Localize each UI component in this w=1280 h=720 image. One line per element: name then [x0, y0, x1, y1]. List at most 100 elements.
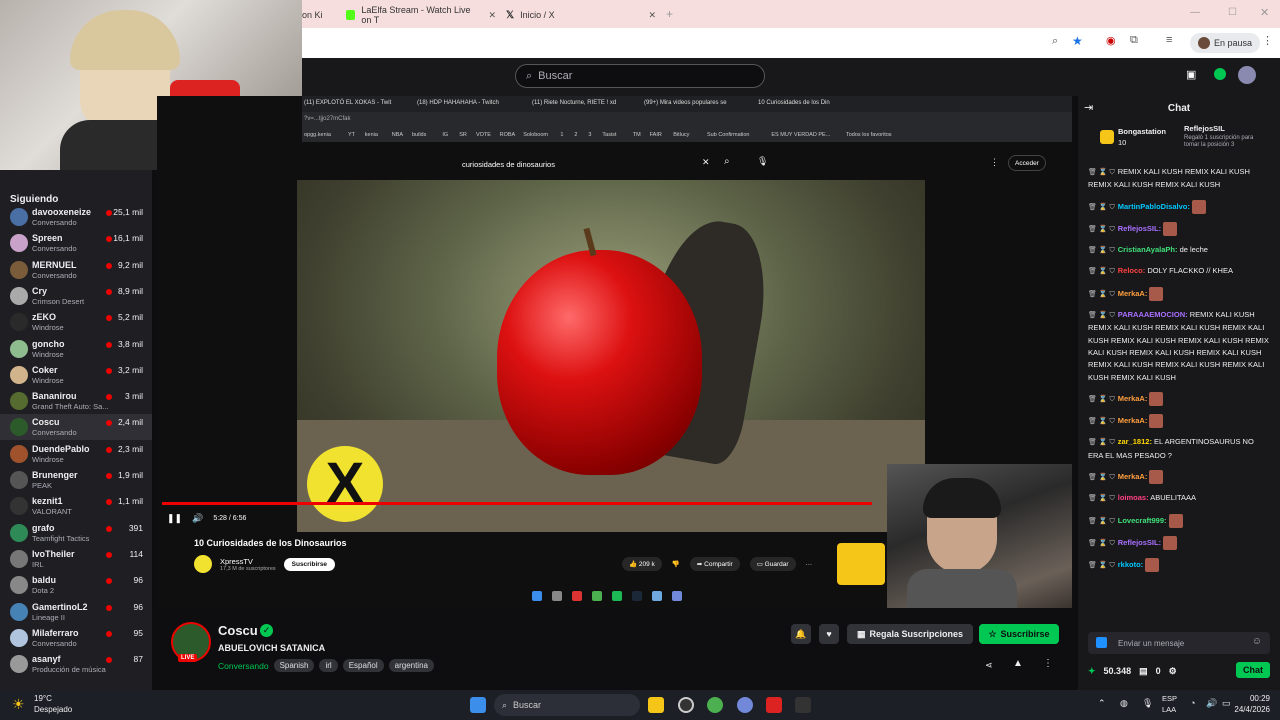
chat-username[interactable]: Reloco:: [1118, 266, 1146, 275]
bookmark-item[interactable]: 1: [560, 132, 563, 138]
sidebar-channel-milaferraro[interactable]: Milaferraro Conversando 95: [0, 625, 152, 651]
obs-icon[interactable]: [678, 697, 694, 713]
chat-username[interactable]: MerkaA:: [1118, 416, 1148, 425]
file-explorer-icon[interactable]: [648, 697, 664, 713]
chat-username[interactable]: CristianAyalaPh:: [1118, 245, 1178, 254]
follow-heart-icon[interactable]: ♥: [819, 624, 839, 644]
volume-icon[interactable]: 🔊: [1206, 698, 1217, 709]
menu-icon[interactable]: ⋮: [1262, 34, 1273, 47]
tray-expand-icon[interactable]: ⌃: [1098, 698, 1106, 709]
user-avatar[interactable]: [1238, 66, 1256, 84]
youtube-search-input[interactable]: curiosidades de dinosaurios: [462, 154, 722, 174]
browser-tab[interactable]: on Ki: [302, 4, 342, 26]
volume-icon[interactable]: 🔊: [192, 513, 203, 524]
mod-tools-icon[interactable]: 🗑 ⌛ ⛉: [1088, 518, 1115, 525]
sidebar-channel-goncho[interactable]: goncho Windrose 3,8 mil: [0, 336, 152, 362]
sidebar-channel-gamertinol2[interactable]: GamertinoL2 Lineage II 96: [0, 599, 152, 625]
sidebar-channel-coker[interactable]: Coker Windrose 3,2 mil: [0, 362, 152, 388]
stream-tag[interactable]: Español: [342, 659, 384, 672]
mod-tools-icon[interactable]: 🗑 ⌛ ⛉: [1088, 291, 1115, 298]
clock-time[interactable]: 00:29: [1222, 694, 1270, 703]
bookmark-item[interactable]: 3: [588, 132, 591, 138]
chat-username[interactable]: MerkaA:: [1118, 394, 1148, 403]
close-window-icon[interactable]: ✕: [1260, 6, 1269, 19]
bookmark-item[interactable]: TM: [633, 132, 641, 138]
sidebar-channel-brunenger[interactable]: Brunenger PEAK 1,9 mil: [0, 467, 152, 493]
weather-temp[interactable]: 19°C: [34, 694, 52, 703]
mod-tools-icon[interactable]: 🗑 ⌛ ⛉: [1088, 226, 1115, 233]
chat-username[interactable]: ReflejosSIL:: [1118, 224, 1161, 233]
youtube-signin-button[interactable]: Acceder: [1008, 155, 1046, 171]
channel-points[interactable]: 50.348: [1104, 666, 1132, 676]
mod-tools-icon[interactable]: 🗑 ⌛ ⛉: [1088, 540, 1115, 547]
channel-avatar[interactable]: [194, 555, 212, 573]
mod-tools-icon[interactable]: 🗑 ⌛ ⛉: [1088, 474, 1115, 481]
mod-tools-icon[interactable]: 🗑 ⌛ ⛉: [1088, 396, 1115, 403]
gift-subs-button[interactable]: ▦ Regala Suscripciones: [847, 624, 973, 644]
bookmark-item[interactable]: 2: [574, 132, 577, 138]
sidebar-channel-duendepablo[interactable]: DuendePablo Windrose 2,3 mil: [0, 441, 152, 467]
bookmark-item[interactable]: YT: [348, 132, 355, 138]
search-input[interactable]: ⌕ Buscar: [515, 64, 765, 88]
sidebar-channel-asanyf[interactable]: asanyf Producción de música 87: [0, 651, 152, 677]
emote-icon[interactable]: ☺: [1252, 636, 1262, 647]
sidebar-channel-cry[interactable]: Cry Crimson Desert 8,9 mil: [0, 283, 152, 309]
chat-username[interactable]: loimoas:: [1118, 493, 1149, 502]
stream-player[interactable]: (11) EXPLOTÓ EL XOKAS - Twit (18) HDP HA…: [157, 96, 1072, 608]
clear-icon[interactable]: ✕: [702, 157, 710, 168]
mod-tools-icon[interactable]: 🗑 ⌛ ⛉: [1088, 439, 1115, 446]
extension-icon[interactable]: ◉: [1106, 34, 1116, 47]
bookmark-item[interactable]: VOTE: [476, 132, 491, 138]
bookmark-item[interactable]: Soloboom: [523, 132, 548, 138]
more-icon[interactable]: ···: [806, 561, 813, 568]
channel-points-icon[interactable]: [1096, 637, 1107, 648]
top-gifter-name[interactable]: Bongastation: [1118, 127, 1166, 136]
chrome-icon[interactable]: [707, 697, 723, 713]
mod-tools-icon[interactable]: 🗑 ⌛ ⛉: [1088, 312, 1115, 319]
share-icon[interactable]: ⋖: [985, 660, 993, 671]
bookmark-item[interactable]: FAIR: [650, 132, 662, 138]
gifter-name[interactable]: ReflejosSIL: [1184, 124, 1225, 133]
stream-category[interactable]: Conversando: [218, 661, 269, 671]
bookmark-item[interactable]: Todos los favoritos: [846, 132, 892, 138]
close-icon[interactable]: ✕: [488, 10, 496, 21]
app-icon[interactable]: [766, 697, 782, 713]
bookmark-item[interactable]: ROBA: [500, 132, 516, 138]
bookmark-item[interactable]: kenia: [365, 132, 378, 138]
sidebar-channel-spreen[interactable]: Spreen Conversando 16,1 mil: [0, 230, 152, 256]
like-button[interactable]: 👍 209 k: [622, 557, 662, 571]
new-tab-icon[interactable]: +: [666, 7, 673, 21]
stream-tag[interactable]: argentina: [388, 659, 434, 672]
chat-username[interactable]: MartinPabloDisalvo:: [1118, 202, 1190, 211]
wifi-icon[interactable]: ◔: [1190, 698, 1195, 708]
zoom-icon[interactable]: ⌕: [1052, 35, 1058, 48]
taskbar-search[interactable]: ⌕ Buscar: [494, 694, 640, 716]
chat-username[interactable]: PARAAAEMOCION:: [1118, 310, 1188, 319]
mod-tools-icon[interactable]: 🗑 ⌛ ⛉: [1088, 562, 1115, 569]
notification-bell-icon[interactable]: 🔔: [791, 624, 811, 644]
mod-tools-icon[interactable]: 🗑 ⌛ ⛉: [1088, 169, 1115, 176]
dislike-icon[interactable]: 👎: [672, 560, 680, 568]
profile-button[interactable]: En pausa: [1190, 33, 1261, 53]
sidebar-channel-coscu[interactable]: Coscu Conversando 2,4 mil: [0, 414, 152, 441]
kick-icon[interactable]: [1214, 68, 1226, 80]
discord-icon[interactable]: [737, 697, 753, 713]
sidebar-channel-zeko[interactable]: zEKO Windrose 5,2 mil: [0, 309, 152, 335]
extensions-puzzle-icon[interactable]: ⧉: [1130, 34, 1138, 47]
browser-tab-kick[interactable]: LaElfa Stream - Watch Live on T ✕: [346, 4, 496, 26]
mod-tools-icon[interactable]: 🗑 ⌛ ⛉: [1088, 247, 1115, 254]
maximize-icon[interactable]: ☐: [1228, 7, 1237, 18]
bookmark-item[interactable]: IG: [442, 132, 448, 138]
inbox-icon[interactable]: ▣: [1186, 68, 1196, 81]
search-icon[interactable]: ⌕: [724, 156, 730, 167]
stream-tag[interactable]: Spanish: [273, 659, 315, 672]
bookmark-item[interactable]: opgg.kenia: [304, 132, 331, 138]
chat-username[interactable]: rkkoto:: [1118, 560, 1143, 569]
pause-icon[interactable]: ❚❚: [167, 513, 182, 524]
chat-username[interactable]: zar_1812:: [1118, 437, 1152, 446]
app-icon[interactable]: [795, 697, 811, 713]
bookmark-item[interactable]: NBA: [392, 132, 403, 138]
chat-username[interactable]: MerkaA:: [1118, 289, 1148, 298]
more-icon[interactable]: ⋮: [1043, 658, 1053, 669]
language-indicator[interactable]: ESP: [1162, 694, 1177, 703]
